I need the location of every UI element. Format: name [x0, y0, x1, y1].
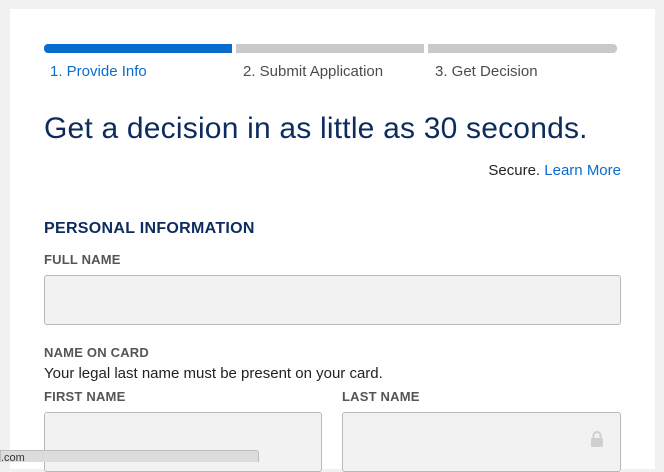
learn-more-link[interactable]: Learn More: [544, 162, 621, 179]
first-name-label: FIRST NAME: [44, 389, 126, 404]
secure-notice: Secure. Learn More: [488, 162, 621, 179]
last-name-input[interactable]: [342, 412, 621, 472]
page-headline: Get a decision in as little as 30 second…: [44, 112, 588, 145]
last-name-label: LAST NAME: [342, 389, 420, 404]
secure-text: Secure.: [488, 162, 541, 179]
name-on-card-label: NAME ON CARD: [44, 345, 149, 360]
lock-icon: [591, 431, 603, 447]
step-label-submit-application: 2. Submit Application: [243, 63, 384, 80]
status-bar-url: .com: [1, 452, 25, 462]
progress-segment-step-3: [428, 44, 617, 53]
progress-segment-step-2: [236, 44, 424, 53]
browser-status-bar: .com: [0, 450, 259, 462]
application-card: 1. Provide Info 2. Submit Application 3.…: [10, 9, 655, 472]
first-name-input[interactable]: [44, 412, 322, 472]
section-title-personal-info: PERSONAL INFORMATION: [44, 220, 255, 237]
progress-segment-step-1: [44, 44, 232, 53]
full-name-label: FULL NAME: [44, 252, 121, 267]
step-label-get-decision: 3. Get Decision: [435, 63, 538, 80]
full-name-input[interactable]: [44, 275, 621, 325]
progress-bar: [44, 44, 617, 53]
name-on-card-help-text: Your legal last name must be present on …: [44, 365, 383, 382]
step-label-provide-info: 1. Provide Info: [50, 63, 147, 80]
